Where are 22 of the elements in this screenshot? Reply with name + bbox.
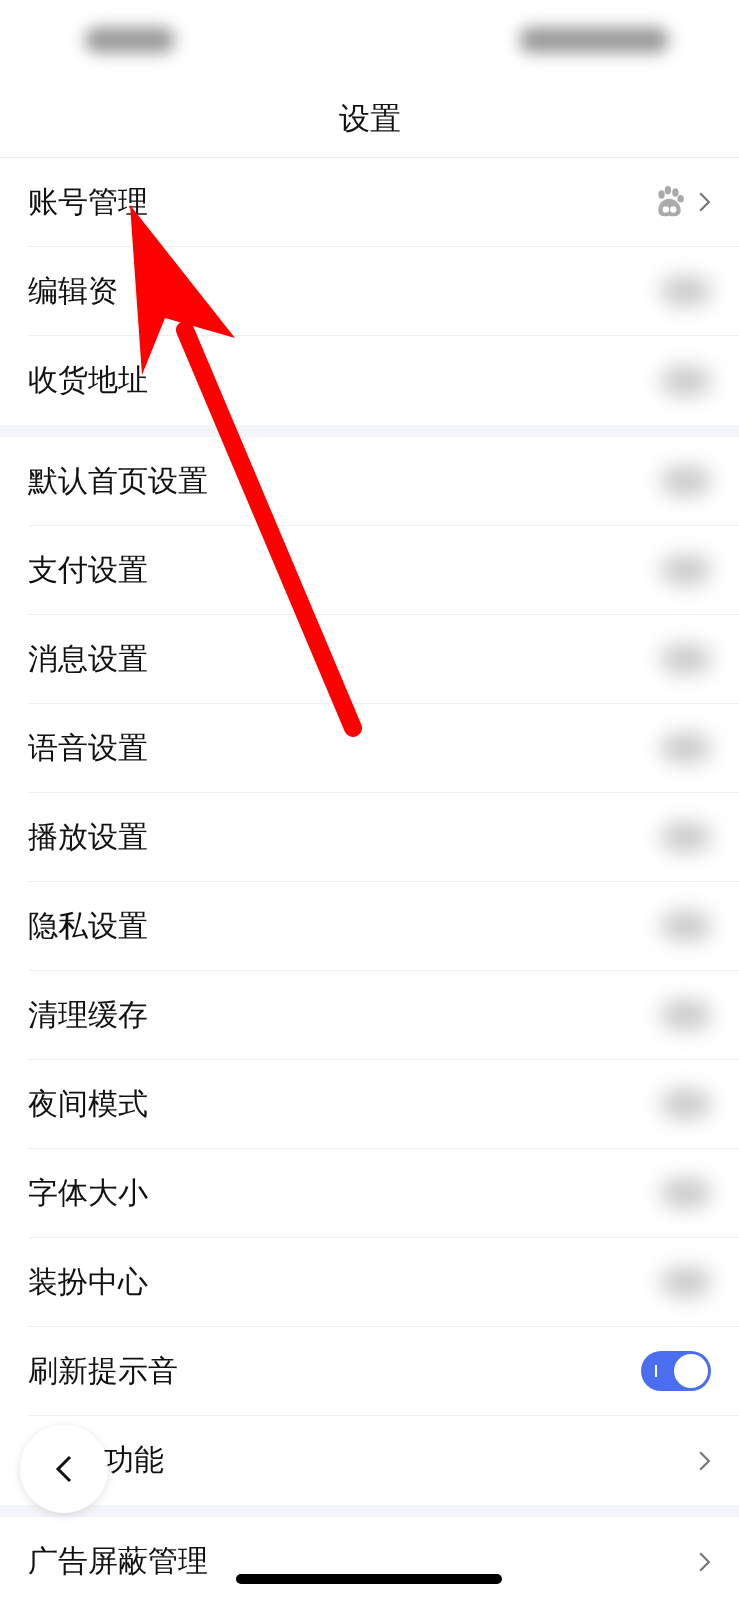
row-label: 清理缓存 (28, 995, 148, 1034)
chevron-right-icon (698, 1550, 711, 1573)
row-label: 语音设置 (28, 728, 148, 767)
chevron-right-icon (698, 1449, 711, 1472)
row-label: 播放设置 (28, 817, 148, 856)
toggle-switch[interactable] (641, 1351, 711, 1391)
chevron-right-icon (698, 191, 711, 213)
row-label: 装扮中心 (28, 1262, 148, 1301)
row-label: 编辑资 (28, 271, 118, 310)
row-label: 隐私设置 (28, 906, 148, 945)
row-label: 夜间模式 (28, 1084, 148, 1123)
page-title: 设置 (338, 98, 401, 138)
row-label: 收货地址 (28, 361, 148, 399)
row-label: 字体大小 (28, 1173, 148, 1212)
row-label: 支付设置 (28, 550, 148, 589)
row-label: 功能 (104, 1441, 164, 1479)
row-label: 消息设置 (28, 639, 148, 678)
row-label: 默认首页设置 (28, 461, 208, 500)
row-label: 广告屏蔽管理 (28, 1542, 208, 1580)
row-label: 账号管理 (28, 182, 148, 221)
row-label: 刷新提示音 (28, 1351, 178, 1390)
chevron-left-icon (54, 1453, 74, 1485)
